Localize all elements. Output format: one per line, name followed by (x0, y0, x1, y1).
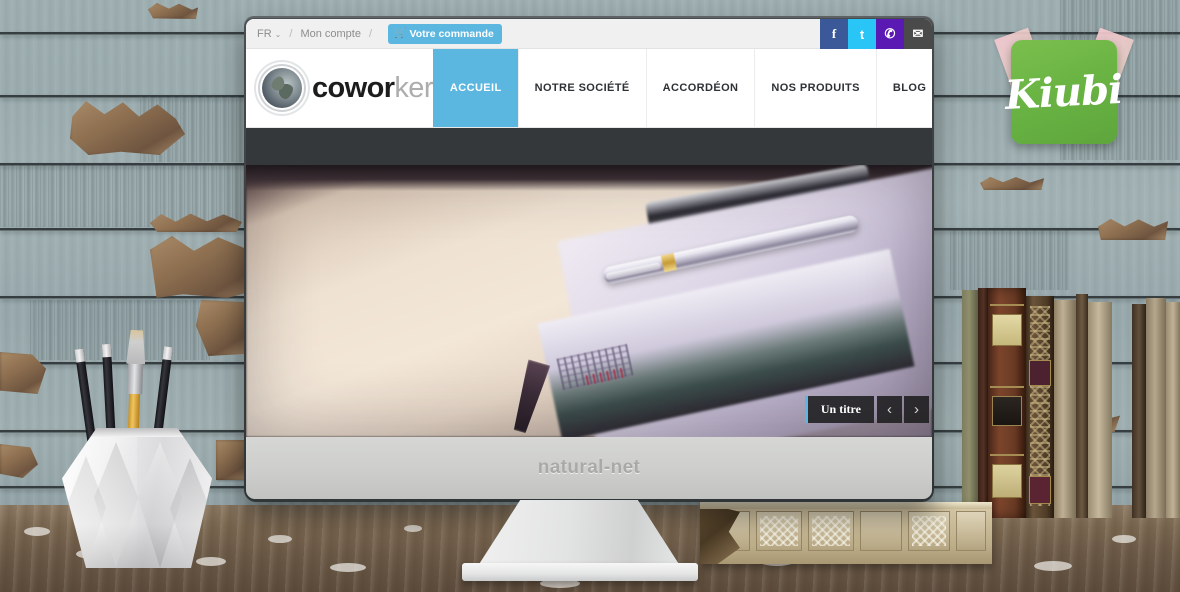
cart-button-label: Votre commande (409, 27, 494, 40)
nav-item-accueil[interactable]: ACCUEIL (432, 49, 518, 127)
twitter-icon[interactable]: t (848, 19, 876, 49)
pencil-holder-group (62, 330, 222, 570)
flat-antique-book (700, 502, 992, 564)
gilt-spine-book (1026, 296, 1054, 518)
header-divider-band (246, 128, 932, 165)
monitor-screen: FR ⌄ / Mon compte / 🛒 Votre commande f t … (246, 19, 932, 437)
email-icon[interactable]: ✉ (904, 19, 932, 49)
hero-slider: Un titre ‹ › (246, 165, 932, 437)
phone-icon[interactable]: ✆ (876, 19, 904, 49)
monitor-stand-base (462, 563, 698, 581)
nav-item-blog[interactable]: BLOG (875, 49, 932, 127)
account-link[interactable]: Mon compte (300, 28, 361, 40)
slide-caption: Un titre (804, 396, 874, 423)
site-topbar: FR ⌄ / Mon compte / 🛒 Votre commande f t … (246, 19, 932, 49)
main-navigation: ACCUEIL NOTRE SOCIÉTÉ ACCORDÉON NOS PROD… (432, 49, 932, 127)
social-links: f t ✆ ✉ (820, 19, 932, 49)
language-label: FR (257, 27, 272, 40)
nav-item-accordeon[interactable]: ACCORDÉON (645, 49, 755, 127)
logo-text-light: ker (394, 71, 433, 104)
kiubi-badge: Kiubi (994, 27, 1134, 150)
language-selector[interactable]: FR ⌄ (257, 28, 281, 40)
monitor-brand-label: natural-net (537, 457, 641, 478)
breadcrumb-separator: / (289, 27, 293, 40)
antique-book-stack (962, 288, 1180, 518)
slider-prev-button[interactable]: ‹ (877, 396, 902, 423)
nav-item-notre-societe[interactable]: NOTRE SOCIÉTÉ (517, 49, 646, 127)
logo-text-bold: cowor (312, 71, 395, 104)
globe-swoosh-icon (262, 68, 302, 108)
logo-text: coworker (312, 72, 433, 105)
scene: FR ⌄ / Mon compte / 🛒 Votre commande f t … (0, 0, 1180, 592)
kiubi-card: Kiubi (1004, 40, 1124, 144)
slider-next-button[interactable]: › (904, 396, 929, 423)
slider-controls: ‹ › (877, 396, 929, 423)
chevron-down-icon: ⌄ (274, 29, 282, 39)
site-header: coworker ACCUEIL NOTRE SOCIÉTÉ ACCORDÉON… (246, 49, 932, 128)
nav-item-nos-produits[interactable]: NOS PRODUITS (754, 49, 876, 127)
site-logo[interactable]: coworker (246, 49, 433, 127)
leather-book-ornate (988, 288, 1026, 518)
kiubi-label: Kiubi (1004, 65, 1124, 119)
breadcrumb-separator: / (368, 27, 373, 40)
geometric-vase (62, 428, 212, 568)
imac-monitor: FR ⌄ / Mon compte / 🛒 Votre commande f t … (244, 16, 934, 502)
shopping-cart-icon: 🛒 (394, 28, 407, 39)
monitor-chin: natural-net (246, 437, 932, 499)
facebook-icon[interactable]: f (820, 19, 848, 49)
cart-button[interactable]: 🛒 Votre commande (388, 23, 502, 44)
breadcrumb: FR ⌄ / Mon compte / (257, 28, 380, 40)
